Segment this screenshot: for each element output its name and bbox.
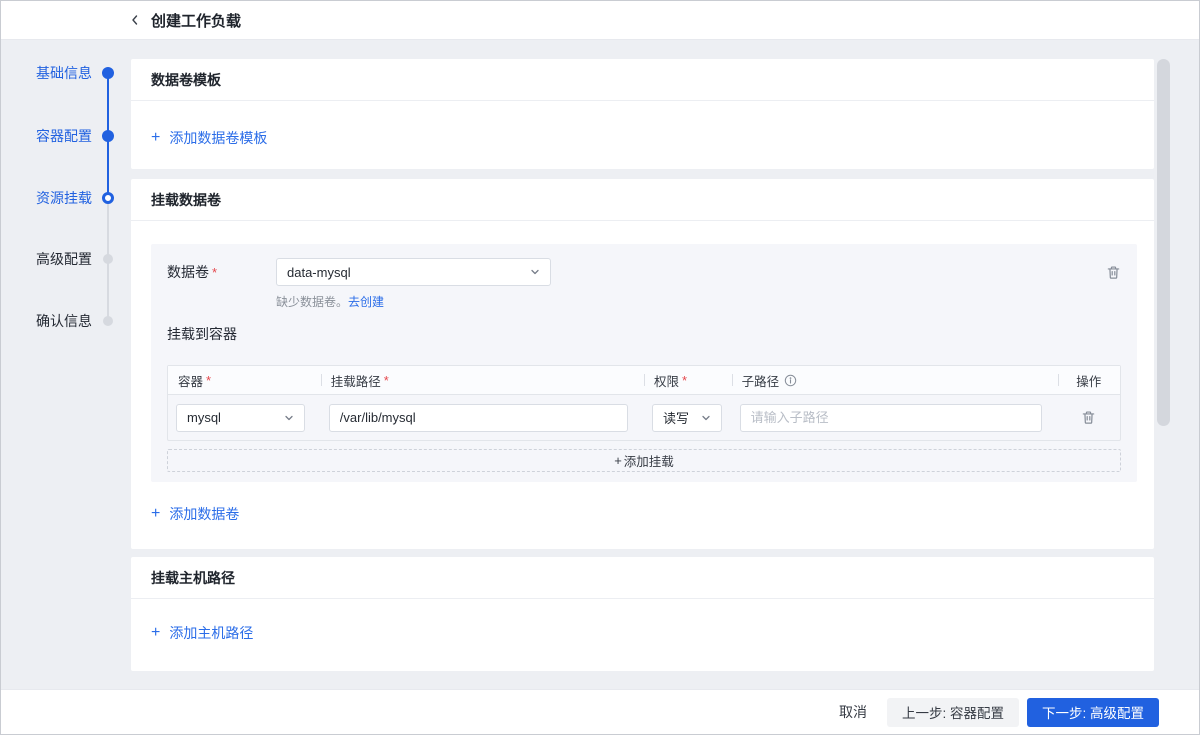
go-create-link[interactable]: 去创建 [348, 295, 384, 309]
section-title: 数据卷模板 [151, 70, 221, 90]
container-select[interactable]: mysql [176, 404, 305, 432]
mount-table-header: 容器* 挂载路径* 权限* 子路径 [168, 366, 1120, 395]
mount-volume-card: 挂载数据卷 数据卷* data-mysql [131, 179, 1154, 549]
trash-icon [1081, 410, 1096, 425]
create-workload-screen: 创建工作负载 基础信息 容器配置 资源挂载 高级配置 确认 [0, 0, 1200, 735]
volume-template-body: + 添加数据卷模板 [131, 101, 1154, 169]
mount-volume-header: 挂载数据卷 [131, 179, 1154, 221]
host-path-card: 挂载主机路径 + 添加主机路径 [131, 557, 1154, 671]
cancel-button[interactable]: 取消 [839, 702, 867, 722]
main-area: 基础信息 容器配置 资源挂载 高级配置 确认信息 [1, 40, 1199, 689]
trash-icon [1106, 265, 1121, 280]
vertical-scrollbar-thumb[interactable] [1157, 59, 1170, 426]
required-marker: * [212, 265, 217, 280]
required-marker: * [682, 373, 687, 388]
section-title: 挂载数据卷 [151, 190, 221, 210]
chevron-left-icon [128, 13, 142, 27]
step-dot-todo [103, 316, 113, 326]
volume-select[interactable]: data-mysql [276, 258, 551, 286]
step-dot-done [102, 130, 114, 142]
mount-path-input[interactable] [329, 404, 628, 432]
permission-select[interactable]: 读写 [652, 404, 722, 432]
back-button[interactable] [128, 13, 142, 27]
step-basic-info[interactable]: 基础信息 [36, 63, 114, 83]
add-volume-template-button[interactable]: + 添加数据卷模板 [151, 128, 267, 148]
col-sub-path: 子路径 [732, 366, 1058, 394]
mount-to-container-label: 挂载到容器 [167, 324, 1121, 344]
mount-volume-body: + 添加数据卷 [131, 482, 1154, 549]
add-host-path-button[interactable]: + 添加主机路径 [151, 623, 253, 643]
step-dot-todo [103, 254, 113, 264]
step-dot-current [102, 192, 114, 204]
next-step-button[interactable]: 下一步: 高级配置 [1027, 698, 1159, 727]
page-title: 创建工作负载 [151, 10, 241, 31]
step-advanced-config[interactable]: 高级配置 [36, 249, 114, 269]
delete-volume-button[interactable] [1106, 265, 1121, 280]
host-path-header: 挂载主机路径 [131, 557, 1154, 599]
mount-table: 容器* 挂载路径* 权限* 子路径 [167, 365, 1121, 441]
required-marker: * [384, 373, 389, 388]
plus-icon: + [614, 453, 622, 468]
mount-table-row: mysql 读写 [168, 395, 1120, 440]
stepper: 基础信息 容器配置 资源挂载 高级配置 确认信息 [1, 40, 131, 689]
section-title: 挂载主机路径 [151, 568, 235, 588]
step-dot-done [102, 67, 114, 79]
col-mount-path: 挂载路径* [321, 366, 644, 394]
required-marker: * [206, 373, 211, 388]
chevron-down-icon [284, 413, 294, 423]
volume-helper-text: 缺少数据卷。去创建 [276, 293, 1121, 310]
plus-icon: + [151, 506, 160, 522]
volume-template-card: 数据卷模板 + 添加数据卷模板 [131, 59, 1154, 169]
col-action: 操作 [1058, 366, 1120, 394]
step-confirm-info[interactable]: 确认信息 [36, 311, 114, 331]
plus-icon: + [151, 130, 160, 146]
host-path-body: + 添加主机路径 [131, 599, 1154, 671]
plus-icon: + [151, 625, 160, 641]
sub-path-input[interactable] [740, 404, 1042, 432]
topbar: 创建工作负载 [1, 1, 1199, 40]
step-resource-mount[interactable]: 资源挂载 [36, 188, 114, 208]
prev-step-button[interactable]: 上一步: 容器配置 [887, 698, 1019, 727]
col-container: 容器* [168, 366, 321, 394]
col-permission: 权限* [644, 366, 732, 394]
footer: 取消 上一步: 容器配置 下一步: 高级配置 [1, 689, 1199, 734]
add-mount-button[interactable]: + 添加挂载 [167, 449, 1121, 472]
step-container-config[interactable]: 容器配置 [36, 126, 114, 146]
sub-path-info-icon[interactable] [784, 374, 797, 387]
add-data-volume-button[interactable]: + 添加数据卷 [151, 504, 239, 524]
volume-panel: 数据卷* data-mysql 缺少数据卷。去创建 挂载到容器 [151, 244, 1137, 482]
volume-label: 数据卷* [167, 262, 276, 282]
content: 数据卷模板 + 添加数据卷模板 挂载数据卷 数据卷* [131, 40, 1154, 689]
volume-template-header: 数据卷模板 [131, 59, 1154, 101]
delete-mount-row-button[interactable] [1081, 410, 1096, 425]
chevron-down-icon [701, 413, 711, 423]
volume-select-row: 数据卷* data-mysql [167, 258, 1121, 286]
chevron-down-icon [530, 267, 540, 277]
